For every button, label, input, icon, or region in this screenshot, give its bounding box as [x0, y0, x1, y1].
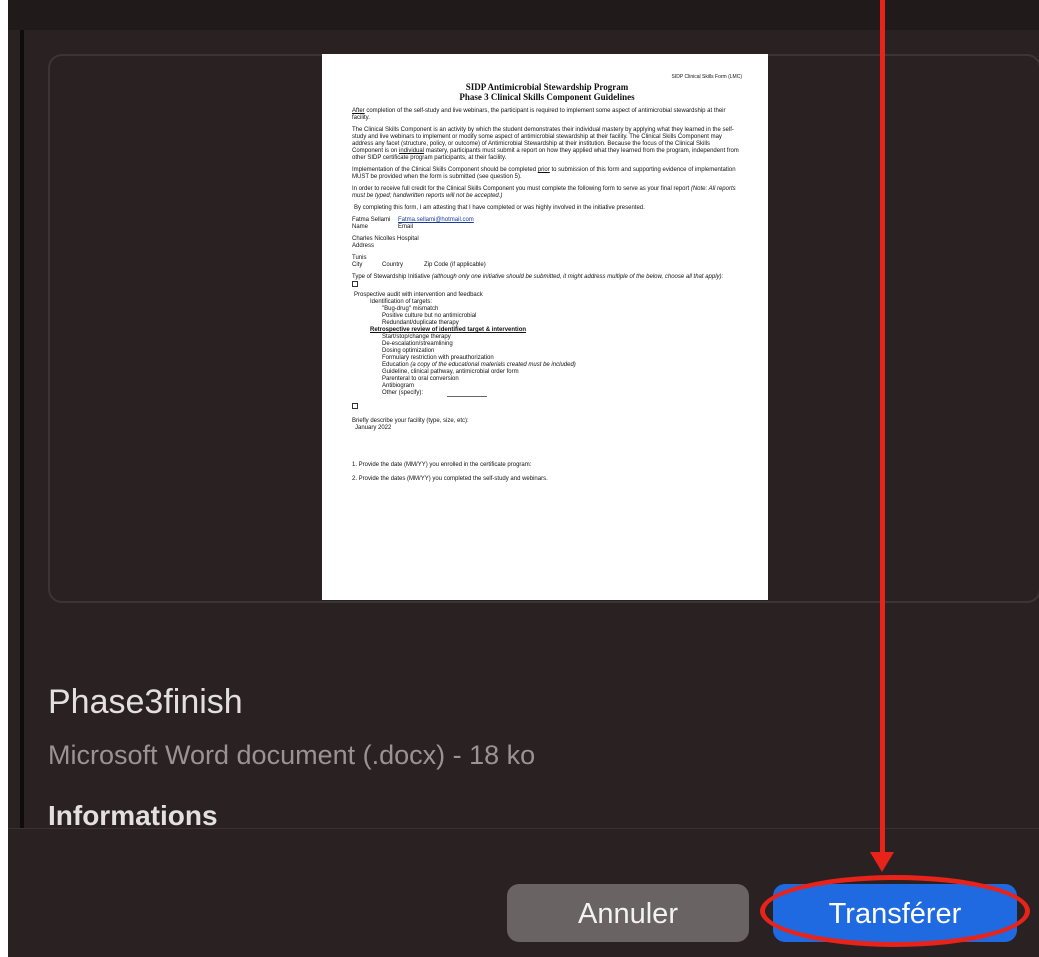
doc-start-stop: Start/stop/change therapy [382, 334, 451, 340]
doc-deescalation: De-escalation/streamlining [382, 341, 453, 347]
doc-question-1: 1. Provide the date (MM/YY) you enrolled… [352, 462, 532, 468]
doc-retrospective: Retrospective review of identified targe… [370, 327, 527, 333]
doc-name-row: Fatma Sellami Fatma.sellami@hotmail.com [352, 217, 474, 223]
cancel-button[interactable]: Annuler [507, 884, 749, 942]
annotation-arrowhead [870, 852, 894, 872]
annotation-arrow-line [880, 0, 885, 855]
window-edge [20, 30, 24, 830]
doc-identification: Identification of targets: [370, 299, 433, 305]
doc-paragraph: Implementation of the Clinical Skills Co… [352, 167, 736, 180]
doc-paragraph: By completing this form, I am attesting … [354, 205, 645, 211]
doc-date: January 2022 [355, 425, 392, 431]
doc-formulary: Formulary restriction with preauthorizat… [382, 355, 494, 361]
doc-title-line1: SIDP Antimicrobial Stewardship Program [465, 82, 629, 92]
doc-paragraph: In order to receive full credit for the … [352, 186, 736, 199]
doc-dosing: Dosing optimization [382, 348, 435, 354]
doc-paragraph: After completion of the self-study and l… [352, 108, 726, 121]
doc-checkbox [352, 281, 742, 290]
file-name: Phase3finish [48, 683, 243, 721]
doc-prospective: Prospective audit with intervention and … [354, 292, 483, 298]
doc-redundant: Redundant/duplicate therapy [382, 320, 459, 326]
doc-parenteral: Parenteral to oral conversion [382, 376, 459, 382]
file-meta: Microsoft Word document (.docx) - 18 ko [48, 740, 536, 770]
doc-question-2: 2. Provide the dates (MM/YY) you complet… [352, 476, 548, 482]
doc-city: Tunis [352, 255, 367, 261]
doc-address: Charles Nicolles Hospital [352, 236, 419, 242]
transfer-button[interactable]: Transférer [773, 884, 1017, 942]
doc-other: Other (specify): [352, 390, 742, 397]
doc-city-labels: City Country Zip Code (if applicable) [352, 262, 486, 268]
doc-address-label: Address [352, 243, 375, 249]
doc-education: Education (a copy of the educational mat… [382, 362, 576, 368]
document-preview[interactable]: SIDP Clinical Skills Form (LMC) SIDP Ant… [322, 54, 768, 600]
doc-positive-culture: Positive culture but no antimicrobial [382, 313, 477, 319]
doc-type: Type of Stewardship Initiative (although… [352, 274, 724, 280]
doc-title-line2: Phase 3 Clinical Skills Component Guidel… [459, 92, 635, 102]
doc-name-labels: Name Email [352, 224, 414, 230]
doc-guideline: Guideline, clinical pathway, antimicrobi… [382, 369, 519, 375]
doc-header-small: SIDP Clinical Skills Form (LMC) [671, 74, 742, 80]
doc-paragraph: The Clinical Skills Component is an acti… [352, 127, 739, 161]
doc-bug-drug: "Bug-drug" mismatch [382, 306, 439, 312]
doc-checkbox [352, 403, 742, 412]
doc-antibiogram: Antibiogram [382, 383, 415, 389]
doc-briefly: Briefly describe your facility (type, si… [352, 418, 469, 424]
